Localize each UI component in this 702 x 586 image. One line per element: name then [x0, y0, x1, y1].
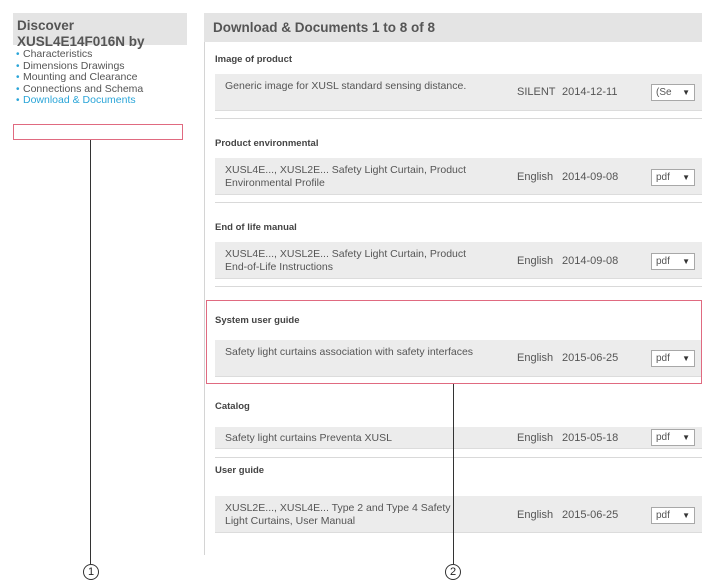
doc-row: XUSL4E..., XUSL2E... Safety Light Curtai…: [215, 242, 702, 279]
sidebar: Discover XUSL4E14F016N by • Characteristi…: [13, 13, 187, 107]
callout-marker-1: 1: [83, 564, 99, 580]
divider: [215, 286, 702, 287]
doc-section-catalog: Catalog: [215, 400, 702, 414]
sidebar-item-label: Characteristics: [23, 48, 93, 60]
doc-language: English: [517, 432, 554, 444]
doc-row: Generic image for XUSL standard sensing …: [215, 74, 702, 111]
bullet-icon: •: [16, 72, 20, 83]
format-value: pdf: [656, 256, 670, 267]
section-title: Product environmental: [215, 138, 319, 149]
doc-date: 2014-09-08: [562, 171, 619, 183]
section-title: End of life manual: [215, 222, 297, 233]
highlight-box-download-documents: [13, 124, 183, 140]
section-title: Catalog: [215, 401, 250, 412]
doc-section-product-environmental: Product environmental: [215, 137, 702, 151]
callout-line-1: [90, 140, 91, 564]
doc-date: 2015-05-18: [562, 432, 619, 444]
section-title: Image of product: [215, 54, 293, 65]
sidebar-item-label: Dimensions Drawings: [23, 59, 125, 72]
format-value: pdf: [656, 510, 670, 521]
sidebar-title: Discover XUSL4E14F016N by: [13, 13, 187, 49]
doc-language: English: [517, 509, 554, 521]
format-select[interactable]: pdf ▼: [651, 429, 695, 446]
callout-marker-2: 2: [445, 564, 461, 580]
doc-date: 2014-12-11: [562, 86, 618, 98]
sidebar-item-download-documents[interactable]: • Download & Documents: [13, 94, 187, 107]
callout-line-2: [453, 384, 454, 564]
doc-description: XUSL2E..., XUSL4E... Type 2 and Type 4 S…: [225, 502, 451, 527]
caret-down-icon: ▼: [682, 173, 690, 182]
doc-description: Safety light curtains Preventa XUSL: [225, 432, 392, 444]
divider: [215, 118, 702, 119]
doc-date: 2015-06-25: [562, 509, 619, 521]
doc-row: Safety light curtains Preventa XUSL Engl…: [215, 427, 702, 449]
panel-title: Download & Documents 1 to 8 of 8: [204, 13, 702, 42]
doc-section-end-of-life-manual: End of life manual: [215, 221, 702, 235]
bullet-icon: •: [16, 49, 20, 60]
format-select[interactable]: pdf ▼: [651, 169, 695, 186]
sidebar-nav: • Characteristics • Dimensions Drawings • M…: [13, 48, 187, 107]
bullet-icon: •: [16, 60, 20, 72]
sidebar-item-label: Mounting and Clearance: [23, 71, 138, 83]
doc-language: SILENT: [517, 86, 556, 98]
doc-language: English: [517, 171, 554, 183]
caret-down-icon: ▼: [682, 88, 690, 97]
doc-language: English: [517, 255, 554, 267]
doc-date: 2014-09-08: [562, 255, 619, 267]
doc-description: XUSL4E..., XUSL2E... Safety Light Curtai…: [225, 164, 467, 189]
doc-row: XUSL4E..., XUSL2E... Safety Light Curtai…: [215, 158, 702, 195]
format-select[interactable]: (Se ▼: [651, 84, 695, 101]
bullet-icon: •: [16, 83, 20, 95]
format-select[interactable]: pdf ▼: [651, 507, 695, 524]
sidebar-title-line1: Discover: [17, 18, 75, 33]
doc-description: XUSL4E..., XUSL2E... Safety Light Curtai…: [225, 248, 467, 273]
doc-description: Generic image for XUSL standard sensing …: [225, 80, 467, 92]
highlight-box-system-user-guide: [206, 300, 702, 384]
format-select[interactable]: pdf ▼: [651, 253, 695, 270]
doc-section-image-of-product: Image of product: [215, 53, 702, 67]
format-value: (Se: [656, 87, 672, 98]
doc-section-user-guide: User guide: [215, 464, 702, 478]
sidebar-item-label: Download & Documents: [23, 94, 136, 106]
section-title: User guide: [215, 465, 265, 476]
divider: [215, 202, 702, 203]
divider: [215, 457, 702, 458]
doc-row: XUSL2E..., XUSL4E... Type 2 and Type 4 S…: [215, 496, 702, 533]
format-value: pdf: [656, 432, 670, 443]
caret-down-icon: ▼: [682, 511, 690, 520]
format-value: pdf: [656, 172, 670, 183]
caret-down-icon: ▼: [682, 257, 690, 266]
bullet-icon: •: [16, 95, 20, 106]
sidebar-item-label: Connections and Schema: [23, 82, 144, 95]
caret-down-icon: ▼: [682, 433, 690, 442]
panel-left-border: [204, 42, 205, 555]
